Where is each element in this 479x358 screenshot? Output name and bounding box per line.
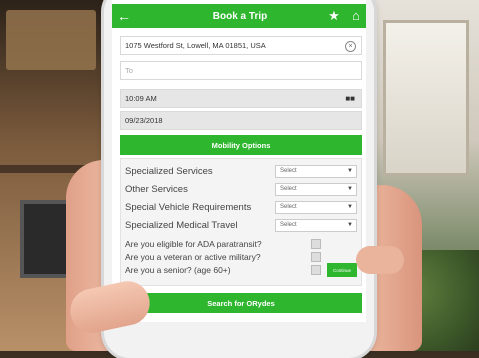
caret-down-icon: ▼ [347, 203, 353, 210]
question-row: Are you a senior? (age 60+) [125, 263, 361, 276]
app-header: ← Book a Trip ★ ⌂ [112, 4, 366, 28]
caret-down-icon: ▼ [347, 221, 353, 228]
clear-icon[interactable]: × [345, 41, 356, 52]
question-row: Are you eligible for ADA paratransit? [125, 237, 361, 250]
date-field[interactable]: 09/23/2018 [120, 111, 362, 130]
select-value: Select [280, 168, 297, 174]
veteran-checkbox[interactable] [311, 251, 321, 262]
from-field[interactable]: 1075 Westford St, Lowell, MA 01851, USA … [120, 36, 362, 55]
header-actions: ★ ⌂ [322, 8, 366, 24]
time-field[interactable]: 10:09 AM ■■ [120, 89, 362, 108]
caret-down-icon: ▼ [347, 167, 353, 174]
medical-travel-select[interactable]: Select ▼ [275, 218, 357, 232]
background-window [383, 20, 469, 176]
select-value: Select [280, 204, 297, 210]
option-label: Specialized Medical Travel [125, 219, 238, 231]
option-row: Specialized Services Select ▼ [125, 163, 357, 179]
background-cabinet [6, 10, 96, 70]
to-placeholder: To [125, 66, 133, 75]
select-value: Select [280, 222, 297, 228]
to-field[interactable]: To [120, 61, 362, 80]
arrow-left-icon[interactable]: ← [112, 8, 136, 24]
specialized-services-select[interactable]: Select ▼ [275, 164, 357, 178]
caret-down-icon: ▼ [347, 185, 353, 192]
from-value: 1075 Westford St, Lowell, MA 01851, USA [125, 41, 266, 50]
option-label: Special Vehicle Requirements [125, 201, 252, 213]
option-label: Specialized Services [125, 165, 213, 177]
select-value: Select [280, 186, 297, 192]
option-row: Other Services Select ▼ [125, 181, 357, 197]
phone-screen: ← Book a Trip ★ ⌂ 1075 Westford St, Lowe… [112, 0, 366, 322]
continue-button[interactable]: Continue [327, 263, 357, 277]
page-title: Book a Trip [212, 10, 268, 22]
search-button[interactable]: Search for ORydes [120, 293, 362, 313]
ada-checkbox[interactable] [311, 238, 321, 249]
other-services-select[interactable]: Select ▼ [275, 182, 357, 196]
special-vehicle-select[interactable]: Select ▼ [275, 200, 357, 214]
question-label: Are you a senior? (age 60+) [125, 264, 231, 275]
option-label: Other Services [125, 183, 188, 195]
question-label: Are you a veteran or active military? [125, 251, 261, 262]
right-finger [356, 246, 404, 274]
senior-checkbox[interactable] [311, 264, 321, 275]
home-icon[interactable]: ⌂ [352, 8, 360, 24]
question-label: Are you eligible for ADA paratransit? [125, 238, 262, 249]
question-row: Are you a veteran or active military? [125, 250, 361, 263]
mobility-options-button[interactable]: Mobility Options [120, 135, 362, 155]
option-row: Specialized Medical Travel Select ▼ [125, 217, 357, 233]
time-value: 10:09 AM [125, 94, 157, 103]
star-icon[interactable]: ★ [328, 8, 340, 24]
option-row: Special Vehicle Requirements Select ▼ [125, 199, 357, 215]
car-icon: ■■ [345, 94, 355, 103]
mobility-options-panel: Specialized Services Select ▼ Other Serv… [120, 158, 362, 286]
date-value: 09/23/2018 [125, 116, 163, 125]
